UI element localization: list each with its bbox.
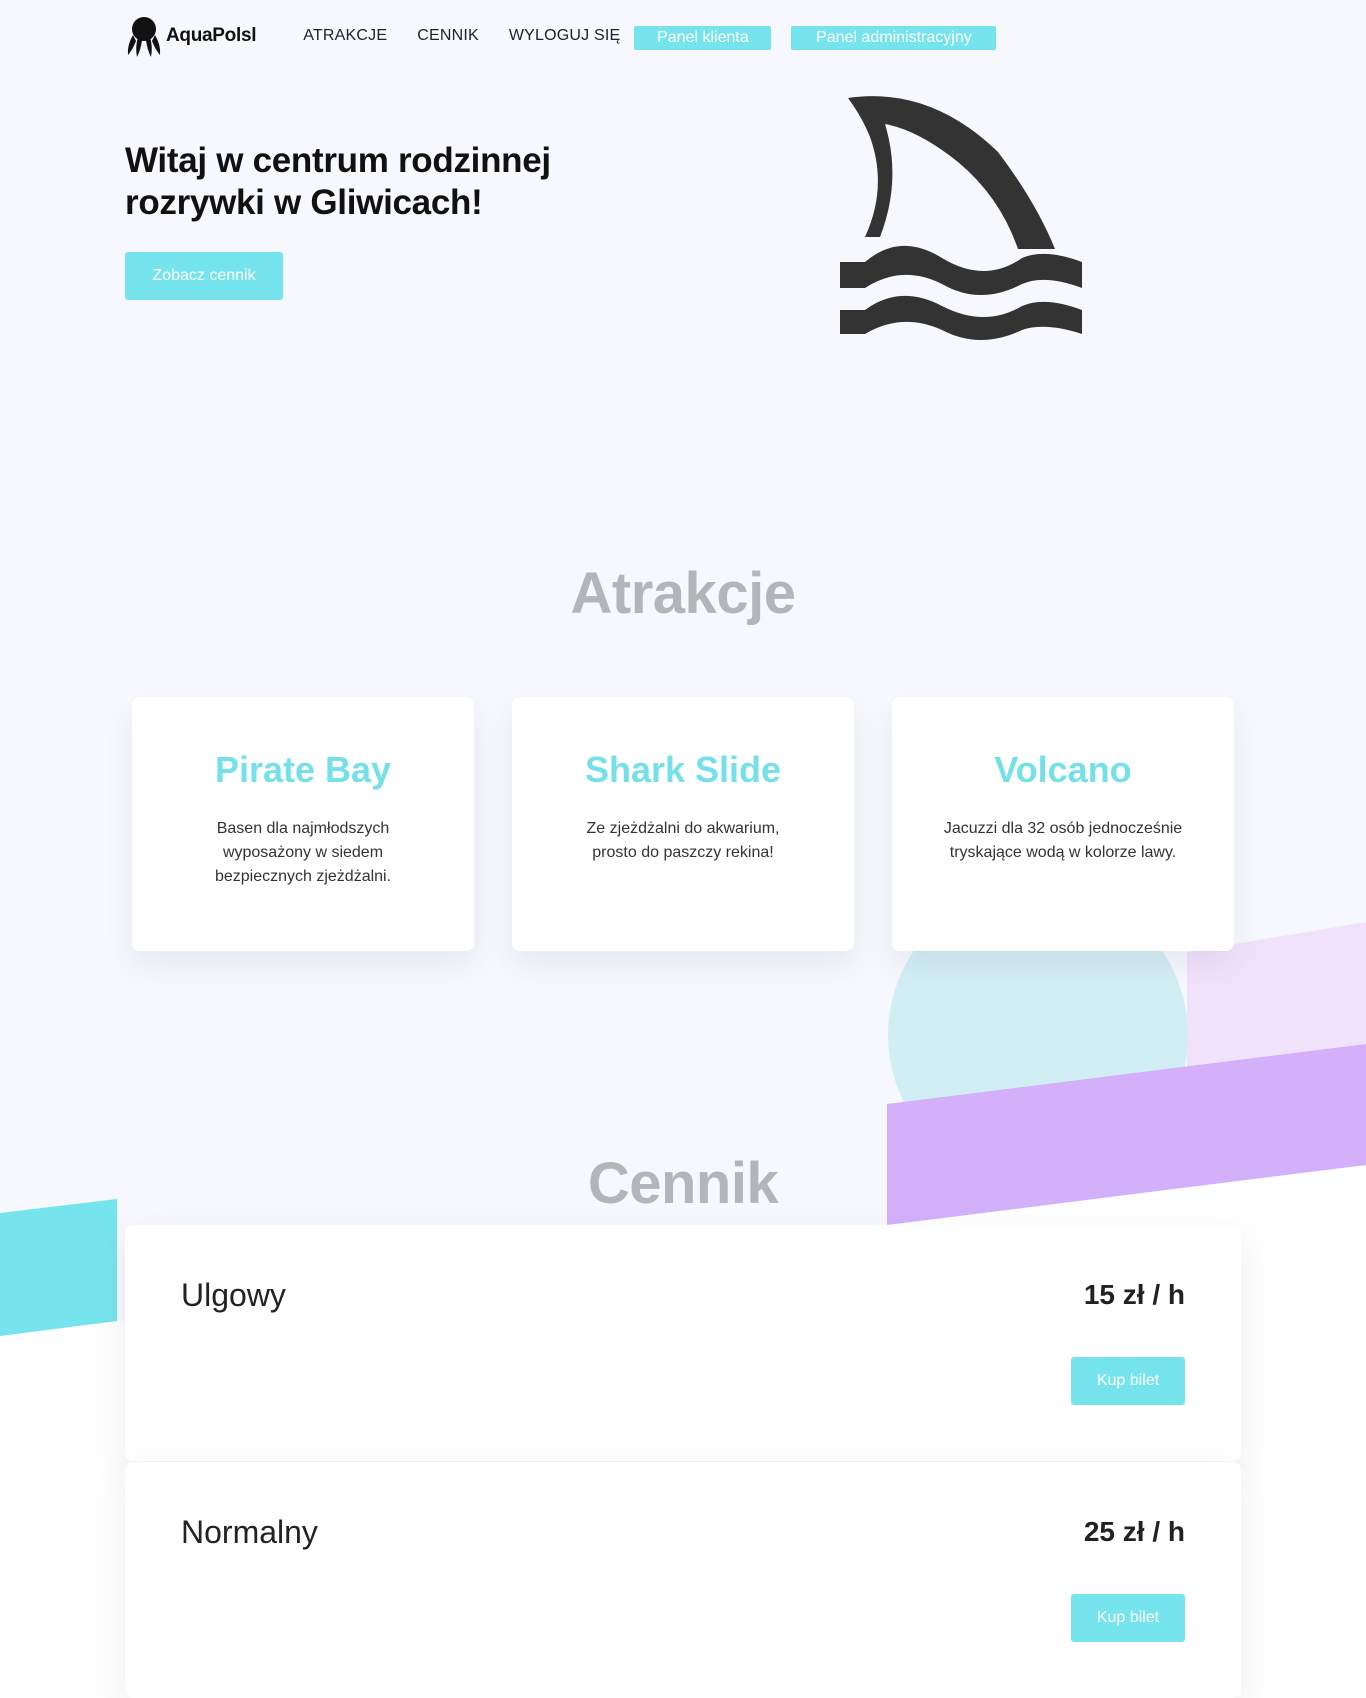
attraction-description: Basen dla najmłodszych wyposażony w sied… (214, 820, 392, 885)
attractions-section-title: Atrakcje (570, 561, 796, 626)
brand-name: AquaPolsl (166, 25, 257, 46)
attraction-title: Shark Slide (584, 749, 782, 790)
brand-logo[interactable]: AquaPolsl (125, 15, 257, 57)
ticket-name: Ulgowy (181, 1277, 286, 1313)
attraction-title: Pirate Bay (214, 749, 392, 790)
see-pricing-button[interactable]: Zobacz cennik (125, 252, 283, 300)
ticket-name: Normalny (181, 1514, 318, 1550)
shark-fin-icon (840, 96, 1082, 340)
price-card-normalny: Normalny 25 zł / h Kup bilet (125, 1462, 1241, 1698)
attraction-card-shark-slide: Shark Slide Ze zjeżdżalni do akwarium, p… (512, 697, 854, 951)
attraction-card-volcano: Volcano Jacuzzi dla 32 osób jednocześnie… (892, 697, 1234, 951)
price-card-ulgowy: Ulgowy 15 zł / h Kup bilet (125, 1225, 1241, 1461)
attraction-card-pirate-bay: Pirate Bay Basen dla najmłodszych wyposa… (132, 697, 474, 951)
admin-panel-button[interactable]: Panel administracyjny (791, 26, 997, 50)
pricing-section-title: Cennik (587, 1151, 779, 1216)
top-navigation: AquaPolsl ATRAKCJE CENNIK WYLOGUJ SIĘ Pa… (125, 14, 1016, 58)
attraction-description: Jacuzzi dla 32 osób jednocześnie tryskaj… (943, 820, 1183, 861)
buy-ticket-button[interactable]: Kup bilet (1071, 1594, 1185, 1642)
hero-title: Witaj w centrum rodzinnej rozrywki w Gli… (125, 141, 551, 222)
client-panel-button[interactable]: Panel klienta (634, 26, 772, 50)
ticket-price: 25 zł / h (1083, 1516, 1185, 1547)
octopus-icon (127, 17, 161, 57)
nav-link-cennik[interactable]: CENNIK (417, 27, 479, 45)
ticket-price: 15 zł / h (1083, 1279, 1185, 1310)
buy-ticket-button[interactable]: Kup bilet (1071, 1357, 1185, 1405)
nav-link-atrakcje[interactable]: ATRAKCJE (303, 27, 387, 45)
attraction-description: Ze zjeżdżalni do akwarium, prosto do pas… (586, 820, 780, 861)
nav-link-logout[interactable]: WYLOGUJ SIĘ (509, 27, 621, 45)
attraction-title: Volcano (994, 749, 1132, 790)
attractions-cards: Pirate Bay Basen dla najmłodszych wyposa… (132, 697, 1234, 951)
cyan-corner-shape (0, 1199, 117, 1336)
